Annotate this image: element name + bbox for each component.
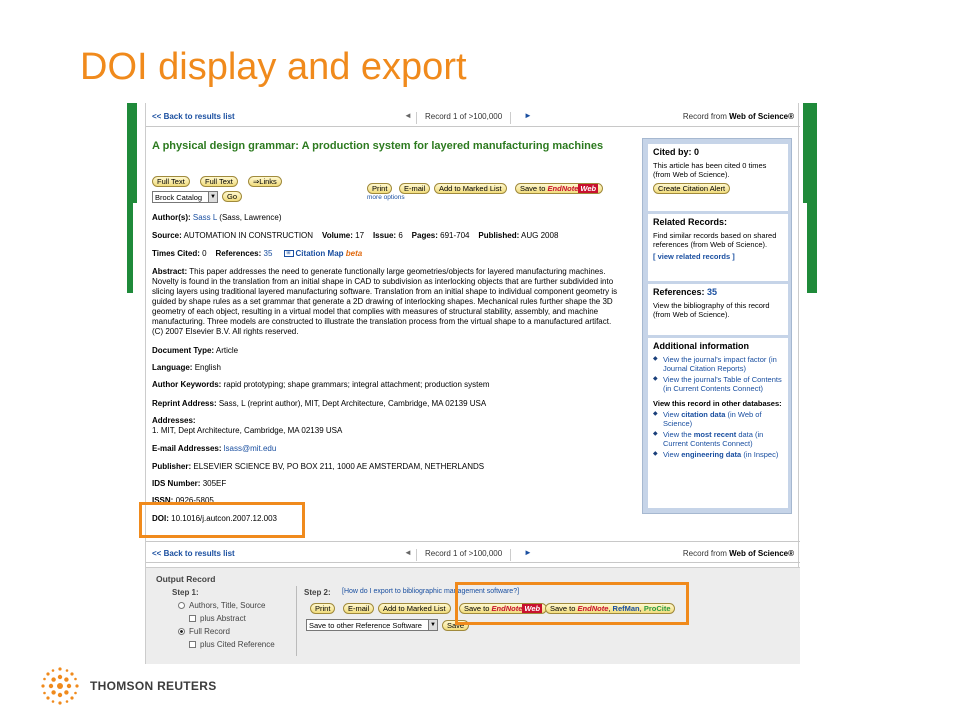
times-cited-field: Times Cited: 0 References: 35 ⊞ Citation …: [152, 249, 363, 258]
most-recent-data-item[interactable]: View the most recent data (in Current Co…: [653, 430, 783, 448]
bottom-navbar: << Back to results list ◄ Record 1 of >1…: [146, 541, 800, 563]
cited-by-box: Cited by: 0 This article has been cited …: [648, 144, 788, 211]
source-field: Source: AUTOMATION IN CONSTRUCTION Volum…: [152, 231, 559, 240]
step1-label: Step 1:: [172, 588, 199, 597]
save-to-endnote-web-button[interactable]: Save to EndNote Web: [515, 183, 604, 194]
prev-record-arrow-icon[interactable]: ◄: [404, 111, 412, 120]
right-border-green: [803, 103, 817, 203]
step-divider: [296, 586, 297, 656]
language-field: Language: English: [152, 363, 221, 372]
step2-label: Step 2:: [304, 588, 331, 597]
thomson-reuters-logo-icon: [41, 667, 79, 705]
top-navbar: << Back to results list ◄ Record 1 of >1…: [146, 105, 800, 127]
article-title: A physical design grammar: A production …: [152, 140, 604, 152]
author-link[interactable]: Sass L: [193, 213, 217, 222]
back-to-results-link-bottom[interactable]: << Back to results list: [152, 549, 235, 558]
record-source: Record from Web of Science®: [682, 112, 794, 121]
doi-highlight-box: [139, 502, 305, 538]
output-add-to-marked-list-button[interactable]: Add to Marked List: [378, 603, 451, 614]
table-of-contents-item[interactable]: View the journal's Table of Contents (in…: [653, 375, 783, 393]
engineering-data-item[interactable]: View engineering data (in Inspec): [653, 450, 783, 459]
citation-map-link[interactable]: Citation Map: [296, 249, 344, 258]
option-full-record[interactable]: Full Record: [178, 627, 230, 636]
prev-record-arrow-icon[interactable]: ◄: [404, 548, 412, 557]
record-page: << Back to results list ◄ Record 1 of >1…: [145, 103, 800, 664]
sidebar-references-link[interactable]: 35: [707, 287, 717, 297]
checkbox-plus-cited-reference[interactable]: [189, 641, 196, 648]
output-email-button[interactable]: E-mail: [343, 603, 375, 614]
next-record-arrow-icon[interactable]: ►: [524, 111, 532, 120]
back-to-results-link[interactable]: << Back to results list: [152, 112, 235, 121]
addresses-field: Addresses: 1. MIT, Dept Architecture, Cam…: [152, 416, 343, 435]
radio-authors-title-source[interactable]: [178, 602, 185, 609]
email-button[interactable]: E-mail: [399, 183, 431, 194]
brand-name: THOMSON REUTERS: [90, 679, 217, 693]
reprint-address-field: Reprint Address: Sass, L (reprint author…: [152, 399, 487, 408]
references-link[interactable]: 35: [264, 249, 273, 258]
option-authors-title-source[interactable]: Authors, Title, Source: [178, 601, 265, 610]
next-record-arrow-icon[interactable]: ►: [524, 548, 532, 557]
sidebar: Cited by: 0 This article has been cited …: [642, 138, 792, 514]
email-addresses-field: E-mail Addresses: lsass@mit.edu: [152, 444, 277, 453]
dropdown-arrow-icon: ▼: [208, 192, 217, 202]
full-text-button[interactable]: Full Text: [152, 176, 190, 187]
option-plus-abstract[interactable]: plus Abstract: [189, 614, 246, 623]
right-border-green-lower: [807, 203, 817, 293]
related-records-box: Related Records: Find similar records ba…: [648, 214, 788, 281]
browser-screenshot: << Back to results list ◄ Record 1 of >1…: [127, 103, 817, 664]
create-citation-alert-button[interactable]: Create Citation Alert: [653, 183, 731, 194]
option-plus-cited-reference[interactable]: plus Cited Reference: [189, 640, 275, 649]
record-counter: Record 1 of >100,000: [416, 112, 512, 124]
slide-title: DOI display and export: [80, 46, 467, 88]
checkbox-plus-abstract[interactable]: [189, 615, 196, 622]
email-link[interactable]: lsass@mit.edu: [224, 444, 277, 453]
references-box: References: 35 View the bibliography of …: [648, 284, 788, 335]
citation-map-icon: ⊞: [283, 250, 294, 258]
more-options-link[interactable]: more options: [367, 194, 405, 201]
full-text-button-2[interactable]: Full Text: [200, 176, 238, 187]
output-record-title: Output Record: [156, 574, 216, 584]
catalog-select[interactable]: Brock Catalog ▼: [152, 191, 218, 203]
citation-data-item[interactable]: View citation data (in Web of Science): [653, 410, 783, 428]
print-button[interactable]: Print: [367, 183, 393, 194]
record-counter: Record 1 of >100,000: [416, 549, 512, 561]
impact-factor-item[interactable]: View the journal's impact factor (in Jou…: [653, 355, 783, 373]
record-source: Record from Web of Science®: [682, 549, 794, 558]
add-to-marked-list-button[interactable]: Add to Marked List: [434, 183, 507, 194]
view-related-records-link[interactable]: [ view related records ]: [653, 252, 783, 261]
links-button[interactable]: ⇒Links: [248, 176, 282, 187]
document-type-field: Document Type: Article: [152, 346, 239, 355]
output-print-button[interactable]: Print: [310, 603, 336, 614]
radio-full-record[interactable]: [178, 628, 185, 635]
export-highlight-box: [455, 582, 689, 625]
dropdown-arrow-icon: ▼: [428, 620, 437, 630]
ids-number-field: IDS Number: 305EF: [152, 479, 227, 488]
abstract-field: Abstract: This paper addresses the need …: [152, 267, 618, 336]
left-border-green-lower: [127, 203, 133, 293]
go-button[interactable]: Go: [222, 191, 243, 202]
other-reference-software-select[interactable]: Save to other Reference Software ▼: [306, 619, 438, 631]
publisher-field: Publisher: ELSEVIER SCIENCE BV, PO BOX 2…: [152, 462, 485, 471]
authors-field: Author(s): Sass L (Sass, Lawrence): [152, 213, 282, 222]
keywords-field: Author Keywords: rapid prototyping; shap…: [152, 380, 490, 389]
left-border-green: [127, 103, 137, 203]
additional-information-box: Additional information View the journal'…: [648, 338, 788, 508]
